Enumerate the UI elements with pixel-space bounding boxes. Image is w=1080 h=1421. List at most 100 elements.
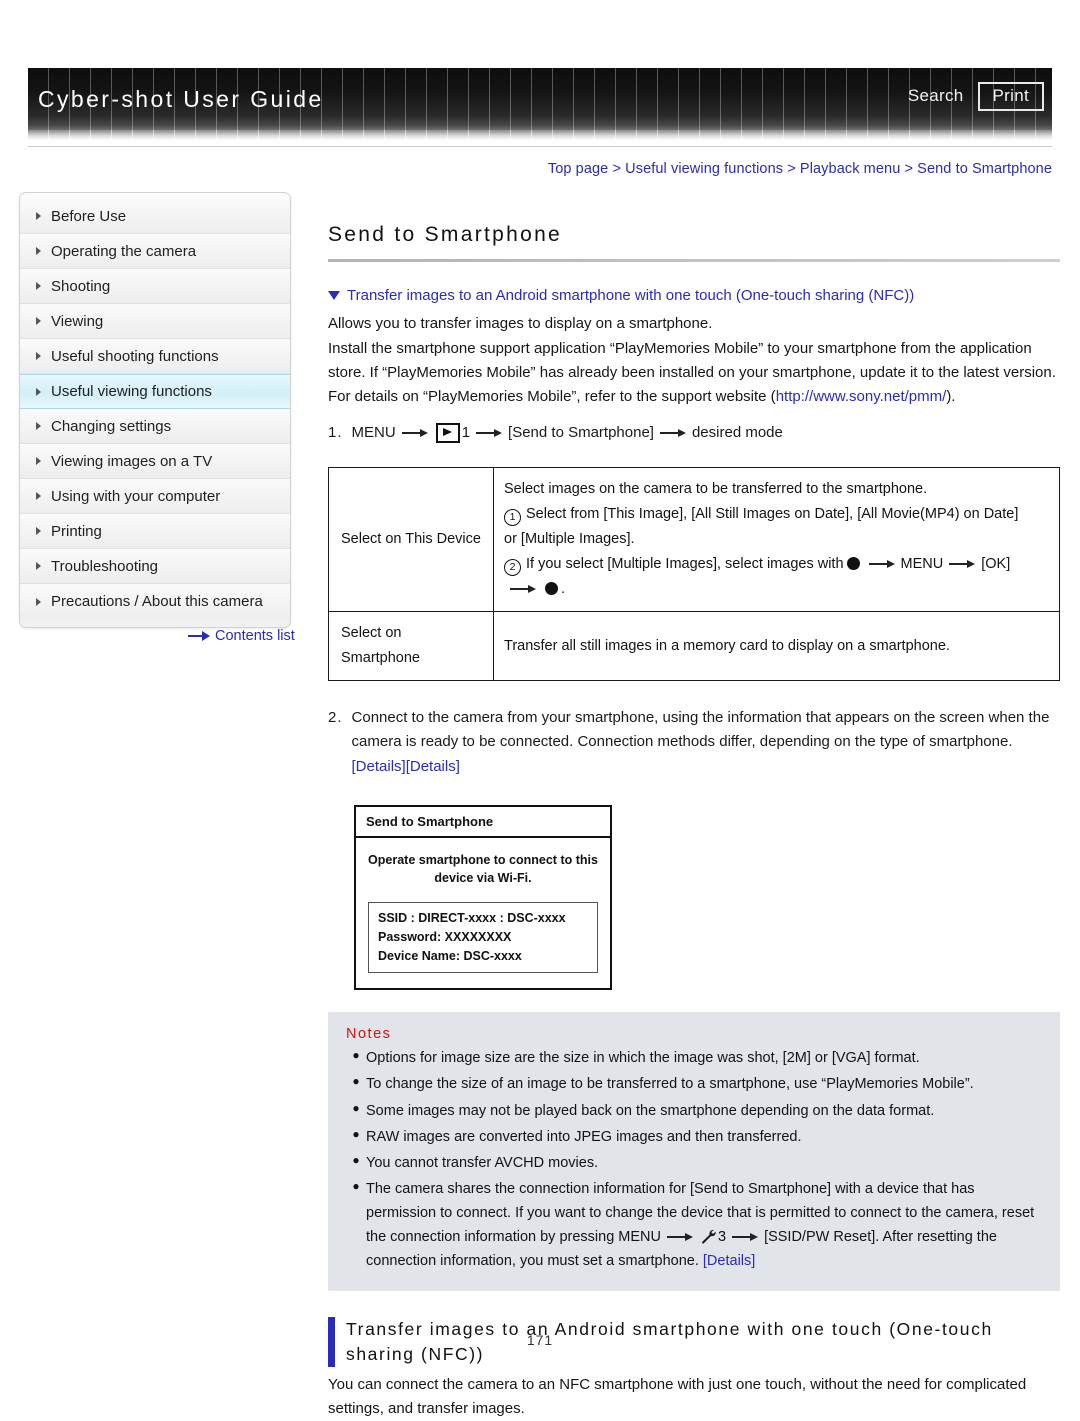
camera-screen-info-box: SSID : DIRECT-xxxx : DSC-xxxx Password: … [368,902,598,974]
details-link-2[interactable]: [Details] [406,758,460,775]
sidebar-item-label: Viewing [51,312,104,330]
header-gradient-strip [28,130,1052,140]
sidebar-item-operating-the-camera[interactable]: Operating the camera [20,234,290,269]
step-1-menu-label: MENU [351,424,396,442]
step-2-text-wrap: Connect to the camera from your smartpho… [352,706,1060,779]
sidebar-item-shooting[interactable]: Shooting [20,269,290,304]
table-cell-description: Transfer all still images in a memory ca… [493,611,1060,681]
intro-3-pre: For details on “PlayMemories Mobile”, re… [328,388,776,406]
table-desc-line-2: 1 Select from [This Image], [All Still Im… [504,502,1049,527]
table-desc-line-3a: If you select [Multiple Images], select … [526,556,844,573]
control-wheel-icon [846,557,860,571]
chevron-right-icon [36,492,41,500]
sidebar-item-changing-settings[interactable]: Changing settings [20,409,290,444]
main-content: Send to Smartphone Transfer images to an… [328,192,1060,1421]
table-desc-line-3b: MENU [900,556,944,573]
list-item: ● The camera shares the connection infor… [346,1177,1044,1273]
table-desc-line-4: . [504,577,1049,602]
sidebar-item-printing[interactable]: Printing [20,514,290,549]
circled-number-icon: 1 [504,509,521,527]
arrow-right-icon [732,1231,759,1243]
sidebar-item-viewing[interactable]: Viewing [20,304,290,339]
sidebar-item-label: Precautions / About this camera [51,593,263,610]
sidebar-item-viewing-images-on-a-tv[interactable]: Viewing images on a TV [20,444,290,479]
bullet-icon: ● [352,1178,360,1193]
note-text: You cannot transfer AVCHD movies. [366,1154,599,1171]
sidebar-item-label: Useful shooting functions [51,347,219,365]
sidebar-item-useful-viewing-functions[interactable]: Useful viewing functions [20,374,290,409]
sidebar-item-label: Changing settings [51,417,172,435]
chevron-right-icon [36,212,41,220]
wrench-icon [702,1229,716,1244]
contents-list-link[interactable]: Contents list [188,628,295,644]
bullet-icon: ● [352,1074,360,1089]
note-last-menu-page: 3 [717,1228,727,1245]
table-row: Select on Smartphone Transfer all still … [328,611,1060,681]
playback-icon [435,423,460,444]
list-item: ● Some images may not be played back on … [346,1099,1044,1123]
list-item: ● Options for image size are the size in… [346,1046,1044,1070]
title-divider [328,259,1060,262]
intro-paragraph-2: Install the smartphone support applicati… [328,339,1056,381]
sidebar-item-troubleshooting[interactable]: Troubleshooting [20,549,290,584]
arrow-right-icon [659,427,686,439]
table-desc-line-3: 2 If you select [Multiple Images], select… [504,552,1049,577]
chevron-right-icon [36,282,41,290]
sidebar-nav: Before Use Operating the camera Shooting… [19,192,291,628]
camera-password: Password: XXXXXXXX [378,929,512,944]
step-1-number: 1. [328,424,343,442]
sidebar-item-label: Using with your computer [51,487,221,505]
chevron-right-icon [36,387,41,396]
anchor-link-nfc[interactable]: Transfer images to an Android smartphone… [328,286,1060,306]
options-table: Select on This Device Select images on t… [328,467,1060,681]
table-desc-line-1: Select images on the camera to be transf… [504,481,928,498]
header-divider [28,146,1052,147]
sidebar-item-useful-shooting-functions[interactable]: Useful shooting functions [20,339,290,374]
arrow-right-icon [666,1231,693,1243]
print-button[interactable]: Print [977,82,1044,111]
table-row: Select on This Device Select images on t… [328,467,1060,613]
header-actions: Search Print [908,82,1044,111]
camera-screen-body: Operate smartphone to connect to this de… [356,838,610,989]
anchor-link-label: Transfer images to an Android smartphone… [347,287,915,304]
chevron-right-icon [36,457,41,465]
camera-device-name: Device Name: DSC-xxxx [378,948,522,963]
chevron-right-icon [36,317,41,325]
sony-pmm-link[interactable]: http://www.sony.net/pmm/ [776,388,947,405]
chevron-right-icon [36,597,41,606]
bullet-icon: ● [352,1100,360,1115]
chevron-right-icon [36,422,41,430]
circled-number-icon: 2 [504,559,521,577]
bullet-icon: ● [352,1152,360,1167]
step-2-text: Connect to the camera from your smartpho… [351,709,1050,751]
intro-paragraph-1: Allows you to transfer images to display… [328,315,713,333]
sidebar-item-label: Useful viewing functions [51,383,212,400]
triangle-down-icon [328,291,340,300]
breadcrumb[interactable]: Top page > Useful viewing functions > Pl… [548,161,1052,177]
note-text: To change the size of an image to be tra… [366,1076,974,1093]
details-link-3[interactable]: [Details] [703,1253,755,1269]
arrow-right-icon [868,558,895,570]
table-desc-line-3d: . [561,581,566,598]
site-title: Cyber-shot User Guide [38,86,324,112]
sidebar-item-before-use[interactable]: Before Use [20,199,290,234]
step-1-bracket-item: [Send to Smartphone] [508,424,654,442]
details-link-1[interactable]: [Details] [352,758,406,775]
intro-3-post: ). [946,388,956,406]
arrow-right-icon [510,583,536,595]
control-wheel-icon [545,582,558,596]
bullet-icon: ● [352,1048,360,1063]
sidebar-item-label: Printing [51,522,102,540]
chevron-right-icon [36,562,41,570]
step-1-menu-page: 1 [461,424,471,442]
sidebar-item-using-with-your-computer[interactable]: Using with your computer [20,479,290,514]
bullet-icon: ● [352,1126,360,1141]
list-item: ● To change the size of an image to be t… [346,1072,1044,1096]
step-2-number: 2. [328,709,343,726]
sidebar-item-label: Before Use [51,207,127,225]
search-button[interactable]: Search [908,86,964,106]
page-number: 171 [526,1332,554,1348]
sidebar-item-precautions-about-this-camera[interactable]: Precautions / About this camera [20,584,290,619]
chevron-right-icon [36,527,41,535]
notes-heading: Notes [346,1026,392,1043]
